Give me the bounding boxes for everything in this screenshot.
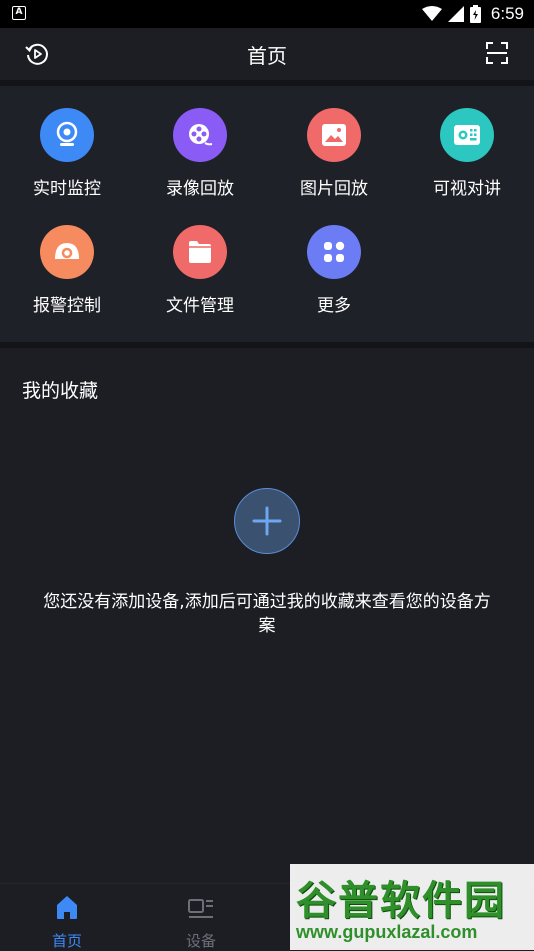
- empty-favorites-message: 您还没有添加设备,添加后可通过我的收藏来查看您的设备方案: [43, 592, 491, 636]
- grid-label: 录像回放: [166, 179, 234, 199]
- more-grid-icon: [307, 225, 361, 279]
- grid-label: 实时监控: [33, 179, 101, 199]
- grid-label: 文件管理: [166, 296, 234, 316]
- intercom-icon: [440, 108, 494, 162]
- status-bar: A 6:59: [0, 0, 534, 28]
- grid-item-live-monitor[interactable]: 实时监控: [0, 108, 134, 208]
- wifi-icon: [421, 6, 442, 21]
- tab-label: 首页: [51, 932, 82, 950]
- favorites-section: 我的收藏 您还没有添加设备,添加后可通过我的收藏来查看您的设备方案: [0, 348, 534, 883]
- camera-icon: [40, 108, 94, 162]
- grid-label: 报警控制: [33, 296, 101, 316]
- notification-app-icon: A: [12, 6, 26, 20]
- folder-icon: [173, 225, 227, 279]
- grid-item-alarm-control[interactable]: 报警控制: [0, 225, 134, 325]
- grid-label: 可视对讲: [433, 179, 501, 199]
- grid-item-picture-playback[interactable]: 图片回放: [267, 108, 401, 208]
- tab-home[interactable]: 首页: [0, 884, 134, 951]
- function-grid: 实时监控 录像回放 图片回放 可视对讲 报警控制 文件管理 更多: [0, 86, 534, 342]
- grid-label: 更多: [317, 296, 351, 316]
- status-icons: 6:59: [421, 3, 524, 25]
- status-time: 6:59: [490, 4, 524, 23]
- watermark: 谷普软件园 www.gupuxlazal.com: [290, 864, 534, 950]
- home-icon: [57, 896, 77, 919]
- grid-item-more[interactable]: 更多: [267, 225, 401, 325]
- alarm-icon: [40, 225, 94, 279]
- grid-label: 图片回放: [300, 179, 368, 199]
- grid-item-video-playback[interactable]: 录像回放: [133, 108, 267, 208]
- image-icon: [307, 108, 361, 162]
- film-reel-icon: [173, 108, 227, 162]
- app-bar: 首页: [0, 28, 534, 80]
- tab-label: 设备: [185, 932, 216, 950]
- watermark-title: 谷普软件园: [296, 878, 506, 924]
- favorites-title: 我的收藏: [22, 380, 99, 402]
- add-device-button[interactable]: [234, 488, 300, 554]
- signal-icon: [447, 6, 464, 22]
- grid-item-file-management[interactable]: 文件管理: [133, 225, 267, 325]
- grid-item-video-intercom[interactable]: 可视对讲: [400, 108, 534, 208]
- page-title: 首页: [247, 44, 287, 68]
- watermark-url: www.gupuxlazal.com: [296, 922, 478, 942]
- scan-icon[interactable]: [486, 42, 508, 64]
- tab-device[interactable]: 设备: [134, 884, 268, 951]
- device-icon: [188, 899, 213, 918]
- battery-icon: [469, 5, 481, 23]
- plus-icon: [252, 506, 282, 536]
